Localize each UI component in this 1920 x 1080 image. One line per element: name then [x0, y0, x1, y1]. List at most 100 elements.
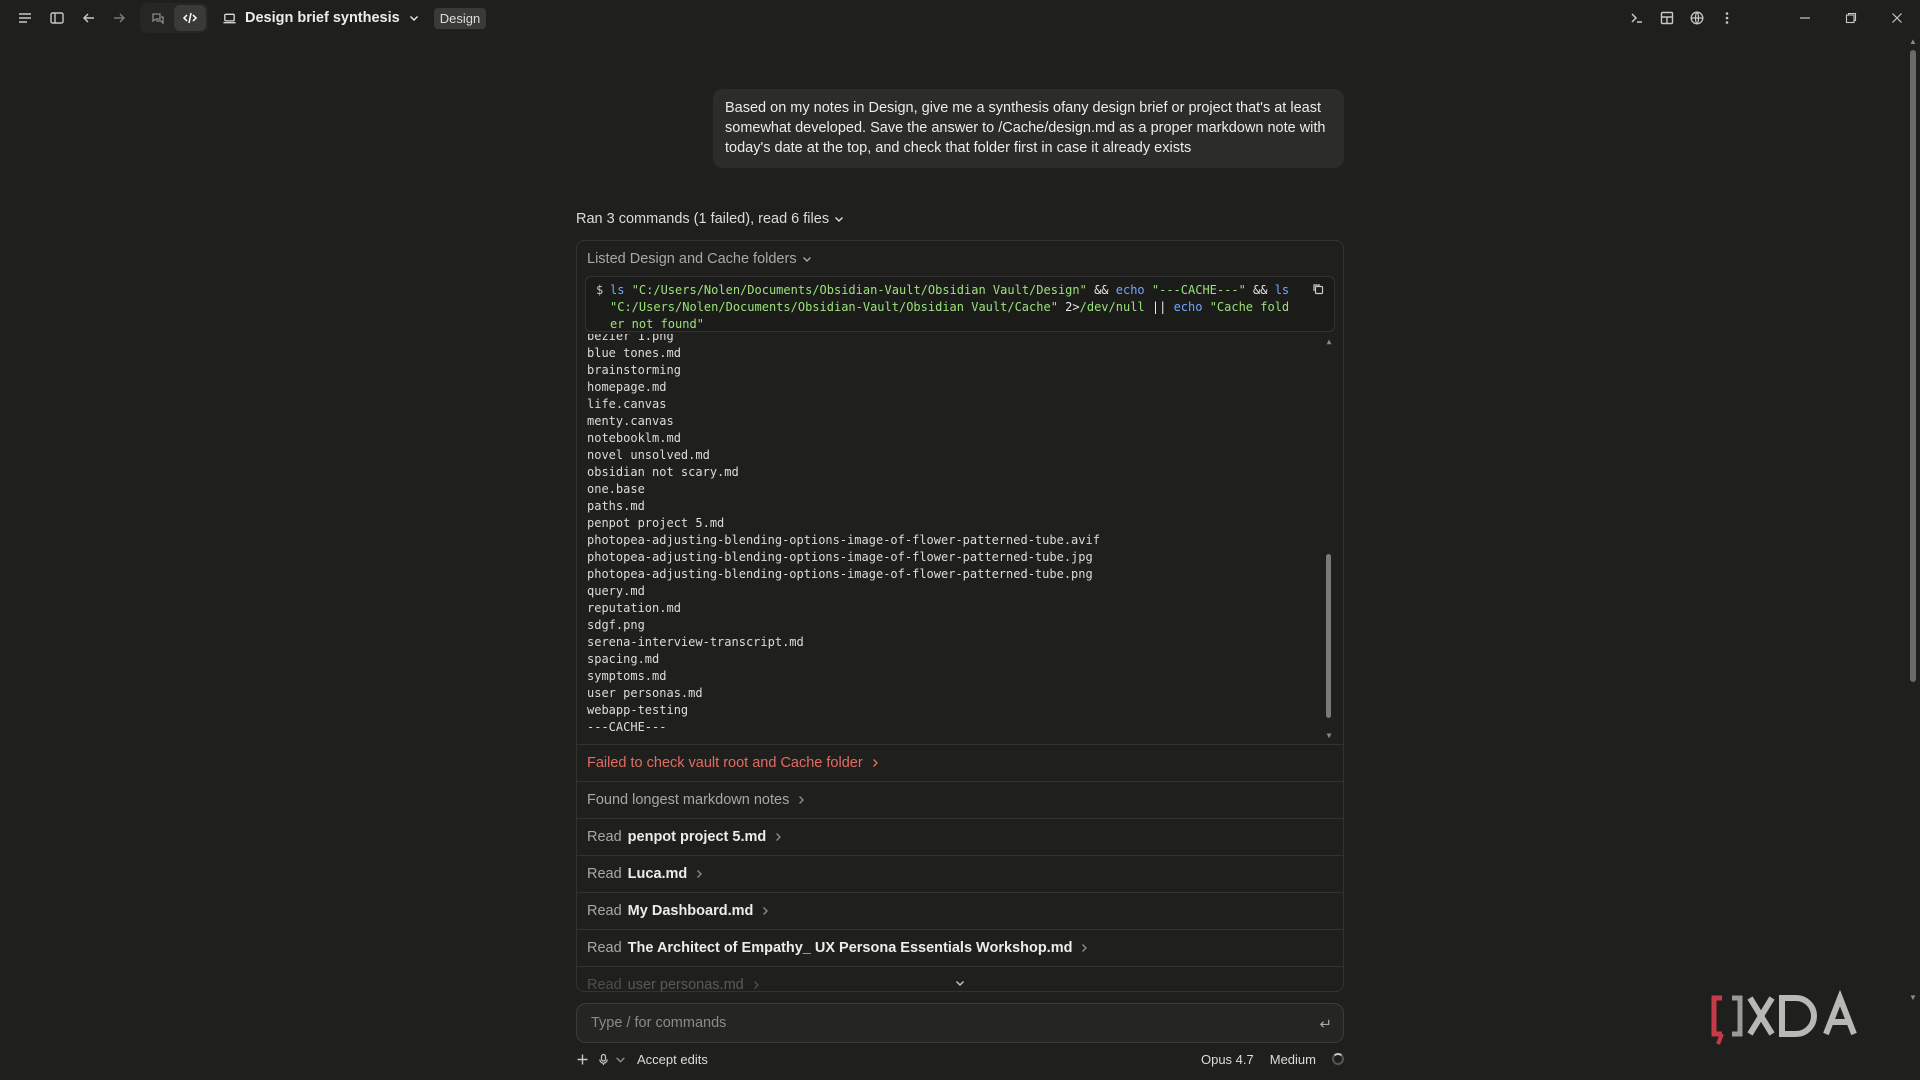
microphone-icon[interactable]: [597, 1053, 610, 1066]
chevron-down-icon[interactable]: [614, 1053, 627, 1066]
chevron-down-icon: [408, 12, 420, 24]
command-output[interactable]: bezier 1.png blue tones.md brainstorming ho…: [577, 334, 1343, 744]
restore-icon[interactable]: [1828, 0, 1874, 36]
chevron-down-icon: [833, 213, 845, 225]
output-line: photopea-adjusting-blending-options-imag…: [587, 533, 1100, 547]
scroll-down-icon[interactable]: ▼: [1325, 732, 1333, 740]
activity-summary-text: Ran 3 commands (1 failed), read 6 files: [576, 211, 830, 227]
chevron-right-icon: [1078, 942, 1090, 954]
activity-panel: Listed Design and Cache folders $ ls "C:…: [576, 240, 1344, 992]
code-mode-icon[interactable]: [174, 5, 206, 31]
command-prompt: $: [596, 283, 604, 297]
step-list: Failed to check vault root and Cache fol…: [577, 744, 1343, 992]
command-token: "C:/Users/Nolen/Documents/Obsidian-Vault…: [610, 300, 1058, 314]
chevron-right-icon: [772, 831, 784, 843]
activity-step[interactable]: Read The Architect of Empathy_ UX Persona…: [577, 929, 1343, 966]
output-line: paths.md: [587, 499, 645, 513]
composer-toolbar: Accept edits Opus 4.7 Medium: [576, 1049, 1344, 1069]
output-scrollbar[interactable]: ▲ ▼: [1325, 334, 1333, 744]
output-line: webapp-testing: [587, 703, 689, 717]
command-token: echo: [1173, 300, 1210, 314]
globe-icon[interactable]: [1682, 3, 1712, 33]
output-scroll-thumb[interactable]: [1326, 554, 1331, 718]
model-selector[interactable]: Opus 4.7: [1201, 1052, 1254, 1067]
conversation-title[interactable]: Design brief synthesis Design: [222, 7, 487, 29]
step-file-name: My Dashboard.md: [627, 903, 754, 919]
user-message-bubble: Based on my notes in Design, give me a s…: [713, 89, 1344, 168]
scroll-to-bottom-icon[interactable]: [954, 976, 966, 994]
output-line: blue tones.md: [587, 346, 681, 360]
plus-icon[interactable]: [576, 1053, 589, 1066]
step-prefix: Read: [587, 977, 622, 992]
command-block: $ ls "C:/Users/Nolen/Documents/Obsidian-…: [585, 276, 1335, 332]
step-file-name: user personas.md: [627, 977, 744, 992]
activity-summary-toggle[interactable]: Ran 3 commands (1 failed), read 6 files: [576, 211, 845, 227]
command-input-box[interactable]: [576, 1003, 1344, 1043]
output-line: reputation.md: [587, 601, 681, 615]
command-token: /dev/null: [1079, 300, 1145, 314]
step-prefix: Read: [587, 940, 622, 956]
chevron-right-icon: [759, 905, 771, 917]
command-token: "---CACHE---": [1151, 283, 1246, 297]
activity-step[interactable]: Read My Dashboard.md: [577, 892, 1343, 929]
back-arrow-icon[interactable]: [74, 3, 104, 33]
window-title: Design brief synthesis: [245, 10, 400, 26]
activity-step[interactable]: Read Luca.md: [577, 855, 1343, 892]
chat-mode-icon[interactable]: [142, 5, 174, 31]
step-listed-folders[interactable]: Listed Design and Cache folders: [577, 241, 1343, 276]
page-scrollbar[interactable]: ▲ ▼: [1909, 37, 1917, 1002]
menu-icon[interactable]: [10, 3, 40, 33]
output-line: notebooklm.md: [587, 431, 681, 445]
step-label: Found longest markdown notes: [587, 792, 790, 808]
step-prefix: Read: [587, 829, 622, 845]
copy-icon[interactable]: [1312, 283, 1324, 300]
output-line: one.base: [587, 482, 645, 496]
minimize-icon[interactable]: [1782, 0, 1828, 36]
project-tag[interactable]: Design: [433, 7, 487, 29]
command-token: echo: [1115, 283, 1152, 297]
enter-icon[interactable]: [1318, 1017, 1331, 1030]
step-file-name: penpot project 5.md: [627, 829, 767, 845]
xda-watermark-logo: [1711, 990, 1857, 1045]
activity-step[interactable]: Failed to check vault root and Cache fol…: [577, 744, 1343, 781]
step-prefix: Read: [587, 903, 622, 919]
output-line: obsidian not scary.md: [587, 465, 739, 479]
more-options-icon[interactable]: [1712, 3, 1742, 33]
accept-edits-toggle[interactable]: Accept edits: [637, 1052, 708, 1067]
command-token: ||: [1144, 300, 1174, 314]
step-file-name: Luca.md: [627, 866, 688, 882]
sidebar-toggle-icon[interactable]: [42, 3, 72, 33]
chevron-right-icon: [869, 757, 881, 769]
loading-spinner-icon: [1332, 1053, 1344, 1065]
page-scroll-thumb[interactable]: [1910, 50, 1916, 682]
output-lines: bezier 1.png blue tones.md brainstorming ho…: [587, 334, 1100, 736]
activity-step[interactable]: Read penpot project 5.md: [577, 818, 1343, 855]
title-bar: Design brief synthesis Design: [0, 0, 1920, 36]
output-line: penpot project 5.md: [587, 516, 725, 530]
forward-arrow-icon[interactable]: [104, 3, 134, 33]
output-line: homepage.md: [587, 380, 667, 394]
output-line: spacing.md: [587, 652, 660, 666]
output-line: bezier 1.png: [587, 334, 674, 343]
chevron-right-icon: [693, 868, 705, 880]
command-token: &&: [1086, 283, 1116, 297]
command-token: "C:/Users/Nolen/Documents/Obsidian-Vault…: [631, 283, 1087, 297]
command-input[interactable]: [589, 1014, 1318, 1032]
output-line: ---CACHE---: [587, 720, 667, 734]
scroll-up-icon[interactable]: ▲: [1909, 37, 1917, 46]
effort-selector[interactable]: Medium: [1270, 1052, 1316, 1067]
output-line: novel unsolved.md: [587, 448, 710, 462]
command-token: ls: [610, 283, 632, 297]
output-line: user personas.md: [587, 686, 703, 700]
scroll-up-icon[interactable]: ▲: [1325, 338, 1333, 346]
activity-step[interactable]: Found longest markdown notes: [577, 781, 1343, 818]
laptop-icon: [222, 11, 237, 26]
chevron-right-icon: [795, 794, 807, 806]
output-line: query.md: [587, 584, 645, 598]
panel-layout-icon[interactable]: [1652, 3, 1682, 33]
scroll-down-icon[interactable]: ▼: [1909, 993, 1917, 1002]
step-label: Failed to check vault root and Cache fol…: [587, 755, 863, 771]
close-icon[interactable]: [1874, 0, 1920, 36]
chevron-down-icon: [801, 253, 813, 265]
terminal-icon[interactable]: [1622, 3, 1652, 33]
